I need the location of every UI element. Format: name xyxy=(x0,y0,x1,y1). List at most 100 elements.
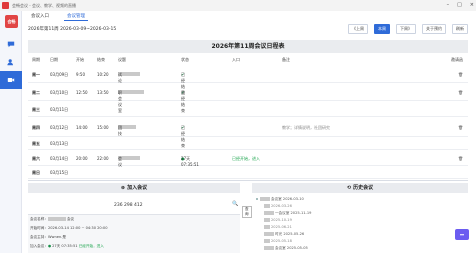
row-note: 教学；详情说明，社团研究 xyxy=(282,125,330,130)
col-weekday: 周期 xyxy=(32,57,40,62)
week-range-text: 2026年第11周 2026-03-09~2026-03-15 xyxy=(28,27,117,32)
history-item[interactable]: 会议室 2025-05-05 xyxy=(264,246,308,251)
row-date: 03月12日 xyxy=(50,125,69,130)
chat-icon xyxy=(7,41,15,48)
meeting-id-field[interactable]: 236 298 412 xyxy=(114,203,143,208)
schedule-row: 周三 03月11日 xyxy=(28,102,468,117)
schedule-title: 2026年第11周会议日程表 xyxy=(28,40,468,53)
title-bar: 会畅会议 - 会议、教学、视频的直播 – □ × xyxy=(0,0,476,11)
row-weekday: 周二 xyxy=(32,90,40,95)
row-weekday: 周四 xyxy=(32,125,40,130)
join-panel-header: ⊕ 加入会议 xyxy=(28,183,240,193)
app-logo-icon xyxy=(2,2,9,9)
row-weekday: 周一 xyxy=(32,72,40,77)
col-start: 开始 xyxy=(76,57,84,62)
join-enter-link[interactable]: 已经开始，进入 xyxy=(79,244,104,248)
window-title: 会畅会议 - 会议、教学、视频的直播 xyxy=(12,2,76,8)
row-weekday: 周六 xyxy=(32,156,40,161)
schedule-row: 周四 03月12日 14:00 15:00 团技 ✔ 已经结束 教学；详情说明，社… xyxy=(28,118,468,148)
meeting-info-card: 会议名称： 会议 开始时间：2026-03-14 12:00 ~ 04:30 20… xyxy=(28,214,240,253)
history-item[interactable]: 会议室 2026-03-10 xyxy=(256,197,304,202)
next-week-button[interactable]: 下周》 xyxy=(396,24,416,34)
info-entry-row: 加入会议：●27天 07:35:51 已经开始，进入 xyxy=(30,244,104,248)
row-end: 22:00 xyxy=(97,156,109,161)
join-panel-title: 加入会议 xyxy=(127,185,148,191)
col-status: 状态 xyxy=(181,57,189,62)
row-date: 03月09日 xyxy=(50,72,69,77)
row-end: 15:00 xyxy=(97,125,109,130)
row-weekday: 周五 xyxy=(32,141,40,146)
schedule-row: 周六 03月14日 20:00 22:00 会议 ● 27天 07:35:51 已… xyxy=(28,151,468,167)
col-note: 备注 xyxy=(282,57,290,62)
col-date: 日期 xyxy=(50,57,58,62)
tab-meeting-entry[interactable]: 会议入口 xyxy=(28,12,52,20)
video-camera-icon xyxy=(7,78,15,82)
week-range-bar: 2026年第11周 2026-03-09~2026-03-15 《上周 本周 下… xyxy=(28,24,468,34)
row-date: 03月11日 xyxy=(50,107,69,112)
trash-icon[interactable]: 🗑 xyxy=(458,125,463,130)
join-icon: ⊕ xyxy=(120,185,126,191)
info-name-row: 会议名称： 会议 xyxy=(30,217,75,221)
join-meeting-panel: ⊕ 加入会议 236 298 412 🔍 查询 会议名称： 会议 开始时间：2026… xyxy=(28,183,252,253)
close-icon[interactable]: × xyxy=(470,2,474,8)
contacts-icon xyxy=(7,59,13,66)
history-list: 会议室 2026-03-10 2026-03-26 一会议室 2025-11-1… xyxy=(252,195,468,253)
clock-icon: ● xyxy=(47,244,52,248)
row-weekday: 周三 xyxy=(32,107,40,112)
row-end: 13:50 xyxy=(97,90,109,95)
row-start: 9:50 xyxy=(76,72,85,77)
top-tabs: 会议入口 会议管理 xyxy=(28,11,88,21)
row-end: 10:20 xyxy=(97,72,109,77)
week-nav-buttons: 《上周 本周 下周》 关于预约 刷新 xyxy=(348,24,468,34)
history-meeting-panel: ⟲ 历史会议 会议室 2026-03-10 2026-03-26 一会议室 202… xyxy=(252,183,468,253)
col-end: 结束 xyxy=(97,57,105,62)
window-controls: – □ × xyxy=(447,2,474,8)
history-icon: ⟲ xyxy=(346,185,352,191)
tab-meeting-management[interactable]: 会议管理 xyxy=(64,12,88,21)
row-start: 12:50 xyxy=(76,90,88,95)
minimize-icon[interactable]: – xyxy=(447,2,450,8)
reserve-button[interactable]: 关于预约 xyxy=(422,24,446,34)
trash-icon[interactable]: 🗑 xyxy=(458,72,463,77)
schedule-row: 周日 03月15日 xyxy=(28,167,468,179)
trash-icon[interactable]: 🗑 xyxy=(458,156,463,161)
refresh-button[interactable]: 刷新 xyxy=(452,24,468,34)
expand-menu-button[interactable]: ▾▾ xyxy=(455,229,469,240)
brand-logo: 会畅 xyxy=(5,15,18,28)
info-time-row: 开始时间：2026-03-14 12:00 ~ 04:30 20:00 xyxy=(30,226,108,230)
history-item[interactable]: 2025-10-19 xyxy=(264,218,292,222)
this-week-button[interactable]: 本周 xyxy=(374,24,390,34)
schedule-row: 周二 03月10日 12:50 13:50 职会议室 ✔ 已经结束 🗑 xyxy=(28,84,468,113)
chat-nav-icon[interactable] xyxy=(0,35,22,53)
row-start: 14:00 xyxy=(76,125,88,130)
prev-week-button[interactable]: 《上周 xyxy=(348,24,368,34)
maximize-icon[interactable]: □ xyxy=(457,2,462,8)
schedule-row: 周一 03月09日 9:50 10:20 试论 ✔ 已经结束 🗑 xyxy=(28,66,468,95)
col-invite: 邀请函 xyxy=(451,57,463,62)
row-start: 20:00 xyxy=(76,156,88,161)
row-date: 03月13日 xyxy=(50,141,69,146)
app-window: 会畅会议 - 会议、教学、视频的直播 – □ × 会畅 会议入口 会议管理 20… xyxy=(0,0,476,253)
left-rail: 会畅 xyxy=(0,11,22,253)
schedule-header: 周期 日期 开始 结束 议题 状态 入口 备注 邀请函 xyxy=(28,55,468,64)
search-tooltip: 查询 xyxy=(242,206,252,218)
search-icon[interactable]: 🔍 xyxy=(232,201,242,209)
history-item[interactable]: 2025-06-21 xyxy=(264,225,292,229)
col-topic: 议题 xyxy=(118,57,126,62)
history-item[interactable]: 2026-03-26 xyxy=(264,204,292,208)
col-entry: 入口 xyxy=(232,57,240,62)
history-panel-header: ⟲ 历史会议 xyxy=(252,183,468,193)
history-item[interactable]: 一会议室 2025-11-19 xyxy=(264,211,311,216)
info-host-row: 会议主持：Wwnen.是 xyxy=(30,235,66,239)
contacts-nav-icon[interactable] xyxy=(0,53,22,71)
row-entry-link[interactable]: 已经开始，进入 xyxy=(232,156,260,162)
history-panel-title: 历史会议 xyxy=(353,185,374,191)
history-item[interactable]: 时光 2025-05-26 xyxy=(264,232,304,237)
history-item[interactable]: 2025-05-18 xyxy=(264,239,292,243)
trash-icon[interactable]: 🗑 xyxy=(458,90,463,95)
row-date: 03月10日 xyxy=(50,90,69,95)
schedule-row: 周五 03月13日 xyxy=(28,138,468,150)
meeting-nav-icon[interactable] xyxy=(0,71,22,89)
row-date: 03月15日 xyxy=(50,170,69,175)
row-weekday: 周日 xyxy=(32,170,40,175)
